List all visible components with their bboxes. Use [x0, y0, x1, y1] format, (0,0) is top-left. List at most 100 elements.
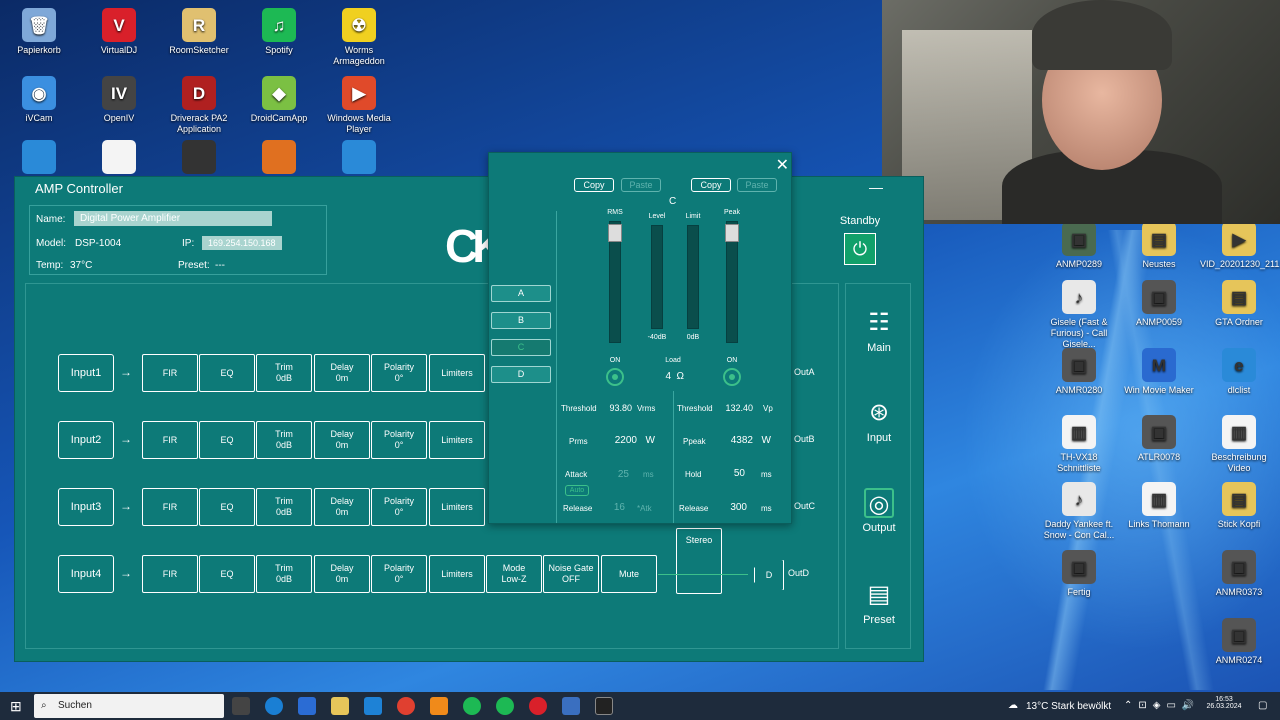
desktop-icon[interactable]: ▤ GTA Ordner: [1200, 280, 1278, 328]
eq-button[interactable]: EQ: [199, 421, 255, 459]
fir-button[interactable]: FIR: [142, 555, 198, 593]
app-icon[interactable]: [562, 697, 580, 715]
polarity-button[interactable]: Polarity 0°: [371, 421, 427, 459]
nav-preset[interactable]: ▤ Preset: [846, 580, 912, 626]
desktop-icon[interactable]: [80, 140, 158, 177]
polarity-button[interactable]: Polarity 0°: [371, 354, 427, 392]
input-3-button[interactable]: Input3: [58, 488, 114, 526]
fir-button[interactable]: FIR: [142, 421, 198, 459]
desktop-icon[interactable]: R RoomSketcher: [160, 8, 238, 56]
eq-button[interactable]: EQ: [199, 488, 255, 526]
start-windows-icon[interactable]: ⊞: [10, 698, 22, 715]
copy-button-rms[interactable]: Copy: [574, 178, 614, 192]
power-button[interactable]: ⏻: [844, 233, 876, 265]
desktop-icon[interactable]: ▥ Beschreibung Video: [1200, 415, 1278, 474]
rms-slider-handle[interactable]: [608, 224, 622, 242]
amp-controller-icon[interactable]: [595, 697, 613, 715]
desktop-icon[interactable]: ▣ ANMP0059: [1120, 280, 1198, 328]
desktop-icon[interactable]: ▣ ATLR0078: [1120, 415, 1198, 463]
mode-button[interactable]: Mode Low-Z: [486, 555, 542, 593]
desktop-icon[interactable]: ▣ ANMR0274: [1200, 618, 1278, 666]
delay-button[interactable]: Delay 0m: [314, 421, 370, 459]
spotify-icon[interactable]: [496, 697, 514, 715]
input-4-button[interactable]: Input4: [58, 555, 114, 593]
nav-main[interactable]: ☷ Main: [846, 308, 912, 354]
virtualdj-icon[interactable]: [529, 697, 547, 715]
channel-b-button[interactable]: B: [491, 312, 551, 329]
mute-button[interactable]: Mute: [601, 555, 657, 593]
prms-value[interactable]: 2200: [597, 435, 637, 446]
desktop-icon[interactable]: ▣ ANMR0373: [1200, 550, 1278, 598]
explorer-icon[interactable]: [331, 697, 349, 715]
limiters-button[interactable]: Limiters: [429, 555, 485, 593]
trim-button[interactable]: Trim 0dB: [256, 354, 312, 392]
vlc-icon[interactable]: [430, 697, 448, 715]
weather-icon[interactable]: ☁: [1008, 700, 1018, 711]
paste-button-rms[interactable]: Paste: [621, 178, 661, 192]
ppeak-value[interactable]: 4382: [713, 435, 753, 446]
desktop-icon[interactable]: ♫ Spotify: [240, 8, 318, 56]
nav-input[interactable]: ⊛ Input: [846, 398, 912, 444]
desktop-icon[interactable]: ▥ Links Thomann: [1120, 482, 1198, 530]
hold-value[interactable]: 50: [719, 468, 745, 479]
nav-output[interactable]: ◎ Output: [846, 488, 912, 534]
desktop-icon[interactable]: ▥ TH-VX18 Schnittliste: [1040, 415, 1118, 474]
desktop-icon[interactable]: ▤ Stick Kopfi: [1200, 482, 1278, 530]
peak-slider[interactable]: [725, 221, 739, 343]
minimize-button[interactable]: —: [869, 179, 883, 195]
desktop-icon[interactable]: ♪ Daddy Yankee ft. Snow - Con Cal...: [1040, 482, 1118, 541]
input-1-button[interactable]: Input1: [58, 354, 114, 392]
polarity-button[interactable]: Polarity 0°: [371, 555, 427, 593]
store-icon[interactable]: [298, 697, 316, 715]
desktop-icon[interactable]: IV OpenIV: [80, 76, 158, 124]
desktop-icon[interactable]: ◆ DroidCamApp: [240, 76, 318, 124]
eq-button[interactable]: EQ: [199, 354, 255, 392]
desktop-icon[interactable]: 🗑 Papierkorb: [0, 8, 78, 56]
input-2-button[interactable]: Input2: [58, 421, 114, 459]
desktop-icon[interactable]: V VirtualDJ: [80, 8, 158, 56]
copy-button-peak[interactable]: Copy: [691, 178, 731, 192]
limiters-button[interactable]: Limiters: [429, 421, 485, 459]
desktop-icon[interactable]: [0, 140, 78, 177]
desktop-icon[interactable]: ☢ Worms Armageddon: [320, 8, 398, 67]
delay-button[interactable]: Delay 0m: [314, 488, 370, 526]
desktop-icon[interactable]: ▶ Windows Media Player: [320, 76, 398, 135]
polarity-button[interactable]: Polarity 0°: [371, 488, 427, 526]
task-view-icon[interactable]: [232, 697, 250, 715]
fir-button[interactable]: FIR: [142, 354, 198, 392]
tray-icons[interactable]: ⌃⊡◈▭🔊: [1124, 700, 1200, 711]
attack-value[interactable]: 25: [597, 469, 629, 480]
noise-gate-button[interactable]: Noise Gate OFF: [543, 555, 599, 593]
delay-button[interactable]: Delay 0m: [314, 354, 370, 392]
eq-button[interactable]: EQ: [199, 555, 255, 593]
clock[interactable]: 16:53 26.03.2024: [1200, 696, 1248, 710]
desktop-icon[interactable]: ▤ Neustes: [1120, 222, 1198, 270]
limiters-button[interactable]: Limiters: [429, 488, 485, 526]
peak-slider-handle[interactable]: [725, 224, 739, 242]
desktop-icon[interactable]: [240, 140, 318, 177]
desktop-icon[interactable]: ♪ Gisele (Fast & Furious) - Call Gisele..…: [1040, 280, 1118, 350]
channel-d-button[interactable]: D: [491, 366, 551, 383]
paste-button-peak[interactable]: Paste: [737, 178, 777, 192]
desktop-icon[interactable]: [320, 140, 398, 177]
desktop-icon[interactable]: ▣ ANMP0289: [1040, 222, 1118, 270]
notification-icon[interactable]: ▢: [1258, 700, 1267, 711]
desktop-icon[interactable]: M Win Movie Maker: [1120, 348, 1198, 396]
peak-threshold-value[interactable]: 132.40: [713, 403, 753, 413]
rms-release-value[interactable]: 16: [597, 502, 625, 513]
spotify-icon[interactable]: [463, 697, 481, 715]
load-value[interactable]: 4: [649, 371, 671, 382]
taskbar-search-box[interactable]: ⌕ Suchen: [34, 694, 224, 718]
auto-button[interactable]: Auto: [565, 485, 589, 496]
edge-icon[interactable]: [265, 697, 283, 715]
stereo-button[interactable]: Stereo: [676, 528, 722, 594]
trim-button[interactable]: Trim 0dB: [256, 488, 312, 526]
weather-text[interactable]: 13°C Stark bewölkt: [1026, 701, 1111, 712]
rms-threshold-value[interactable]: 93.80: [594, 403, 632, 413]
desktop-icon[interactable]: ▣ ANMR0280: [1040, 348, 1118, 396]
chrome-icon[interactable]: [397, 697, 415, 715]
name-field[interactable]: Digital Power Amplifier: [74, 211, 272, 226]
close-icon[interactable]: ✕: [776, 155, 789, 175]
peak-release-value[interactable]: 300: [717, 502, 747, 513]
peak-on-toggle[interactable]: [723, 368, 741, 386]
